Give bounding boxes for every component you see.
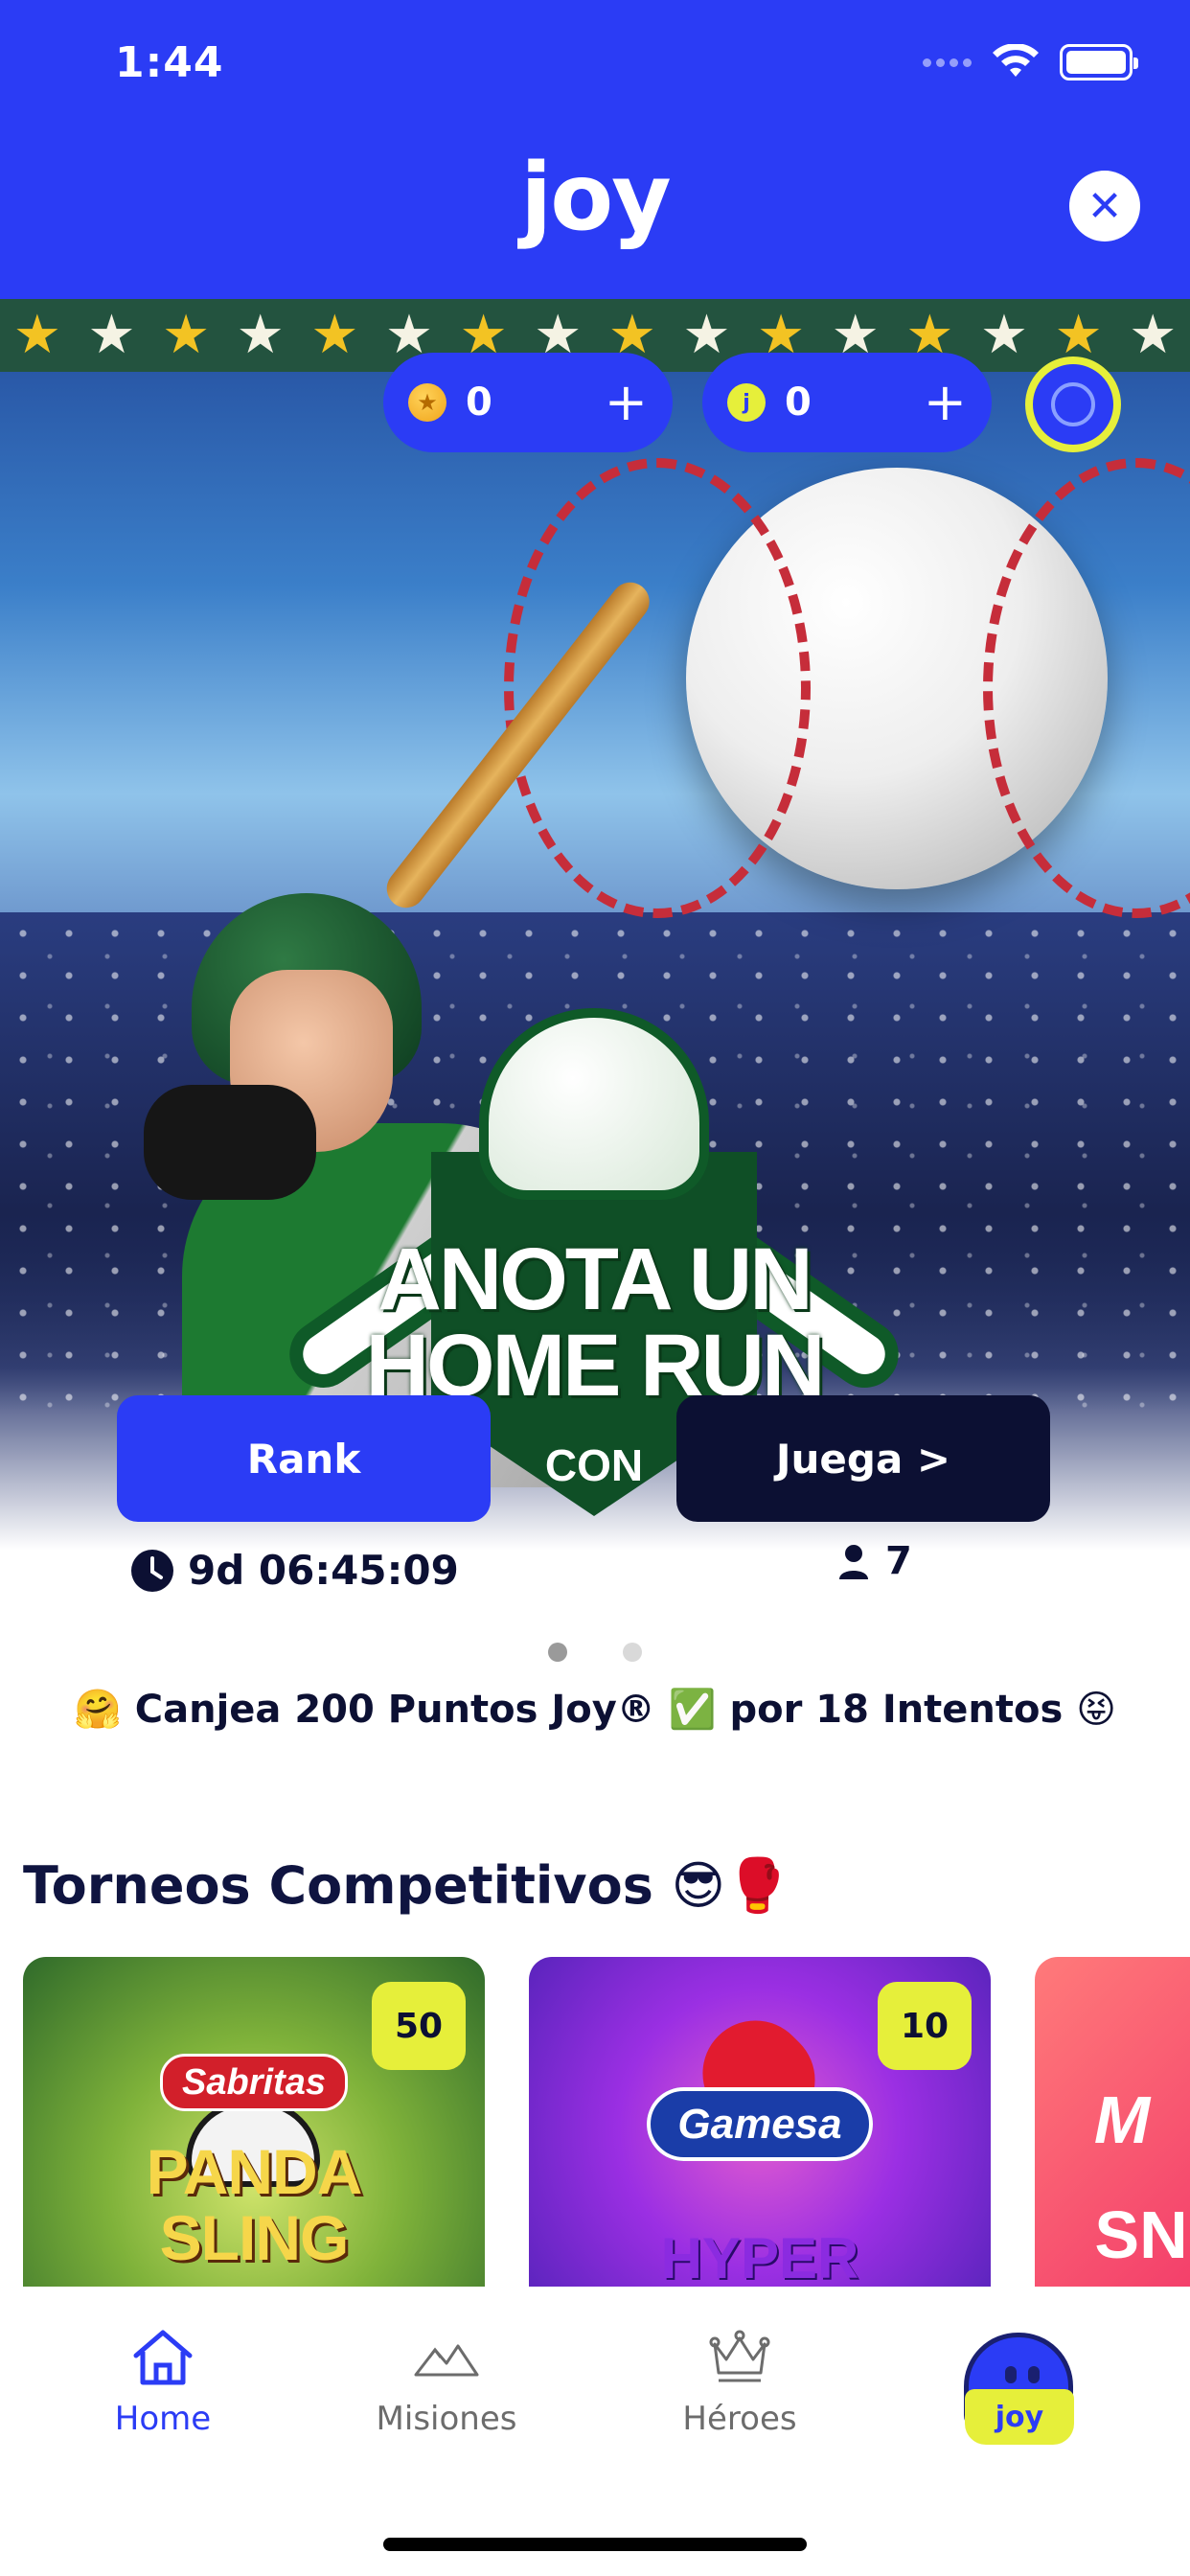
- signal-icon: [923, 58, 972, 67]
- app-logo: joy: [520, 144, 671, 251]
- bottom-navigation: Home Misiones Héroes joy: [0, 2287, 1190, 2576]
- close-button[interactable]: ✕: [1069, 171, 1140, 242]
- tournament-brand: Gamesa: [529, 2087, 991, 2161]
- joy-mascot-label: joy: [965, 2389, 1074, 2445]
- home-icon: [133, 2330, 193, 2385]
- joy-points-balance: 0: [785, 380, 812, 425]
- tournament-game-title: HYPER: [660, 2226, 859, 2287]
- person-icon: [839, 1545, 868, 1579]
- nav-home[interactable]: Home: [57, 2325, 268, 2438]
- play-button[interactable]: Juega >: [676, 1395, 1050, 1522]
- close-icon: ✕: [1087, 181, 1123, 231]
- status-time: 1:44: [115, 38, 224, 87]
- user-icon: [1051, 382, 1095, 426]
- status-indicators: [923, 44, 1138, 80]
- entry-cost-badge: 10: [878, 1982, 972, 2070]
- carousel-dot-2[interactable]: [623, 1643, 642, 1662]
- tournament-card[interactable]: Gamesa HYPER 10: [529, 1957, 991, 2287]
- rank-button[interactable]: Rank: [117, 1395, 491, 1522]
- carousel-dot-1[interactable]: [548, 1643, 567, 1662]
- crown-icon: [709, 2330, 770, 2382]
- game-title-line1: ANOTA UN: [378, 1230, 812, 1328]
- wifi-icon: [993, 44, 1039, 77]
- add-coins-icon[interactable]: +: [605, 377, 648, 428]
- nav-missions[interactable]: Misiones: [341, 2325, 552, 2438]
- tournaments-title: Torneos Competitivos 😎🥊: [23, 1855, 790, 1916]
- nav-heroes-label: Héroes: [682, 2400, 797, 2438]
- tournament-brand: M: [1093, 2082, 1151, 2157]
- joy-coin-icon: j: [727, 383, 766, 422]
- countdown-timer: 9d 06:45:09: [130, 1547, 459, 1594]
- nav-heroes[interactable]: Héroes: [634, 2325, 845, 2438]
- tournament-card[interactable]: M SN: [1035, 1957, 1190, 2287]
- mountains-icon: [414, 2344, 479, 2377]
- tournament-game-title: PANDA SLING: [146, 2136, 363, 2274]
- entry-cost-badge: 50: [372, 1982, 466, 2070]
- tournament-card[interactable]: Sabritas PANDA SLING 50: [23, 1957, 485, 2287]
- nav-home-label: Home: [114, 2400, 212, 2438]
- baseball-image: [504, 458, 1190, 918]
- battery-icon: [1060, 44, 1138, 80]
- coins-balance: 0: [466, 380, 492, 425]
- profile-button[interactable]: [1025, 356, 1121, 452]
- countdown-value: 9d 06:45:09: [188, 1547, 459, 1594]
- joy-points-pill[interactable]: j 0 +: [702, 353, 992, 452]
- players-count-value: 7: [885, 1539, 912, 1583]
- nav-missions-label: Misiones: [376, 2400, 517, 2438]
- joy-mascot-button[interactable]: joy: [964, 2333, 1074, 2445]
- players-count: 7: [834, 1539, 912, 1583]
- clock-icon: [131, 1549, 173, 1592]
- carousel-indicator: [0, 1643, 1190, 1662]
- tournaments-carousel[interactable]: Sabritas PANDA SLING 50 Gamesa HYPER 10 …: [0, 1957, 1190, 2287]
- add-joy-points-icon[interactable]: +: [924, 377, 967, 428]
- promo-text: 🤗 Canjea 200 Puntos Joy® ✅ por 18 Intent…: [74, 1688, 1116, 1732]
- tournament-game-title: SN: [1094, 2197, 1188, 2272]
- coins-balance-pill[interactable]: ★ 0 +: [383, 353, 673, 452]
- top-bar: 1:44 joy ✕: [0, 0, 1190, 299]
- home-indicator[interactable]: [383, 2538, 807, 2551]
- game-title: ANOTA UN HOME RUN: [287, 1230, 901, 1410]
- coin-icon: ★: [408, 383, 446, 422]
